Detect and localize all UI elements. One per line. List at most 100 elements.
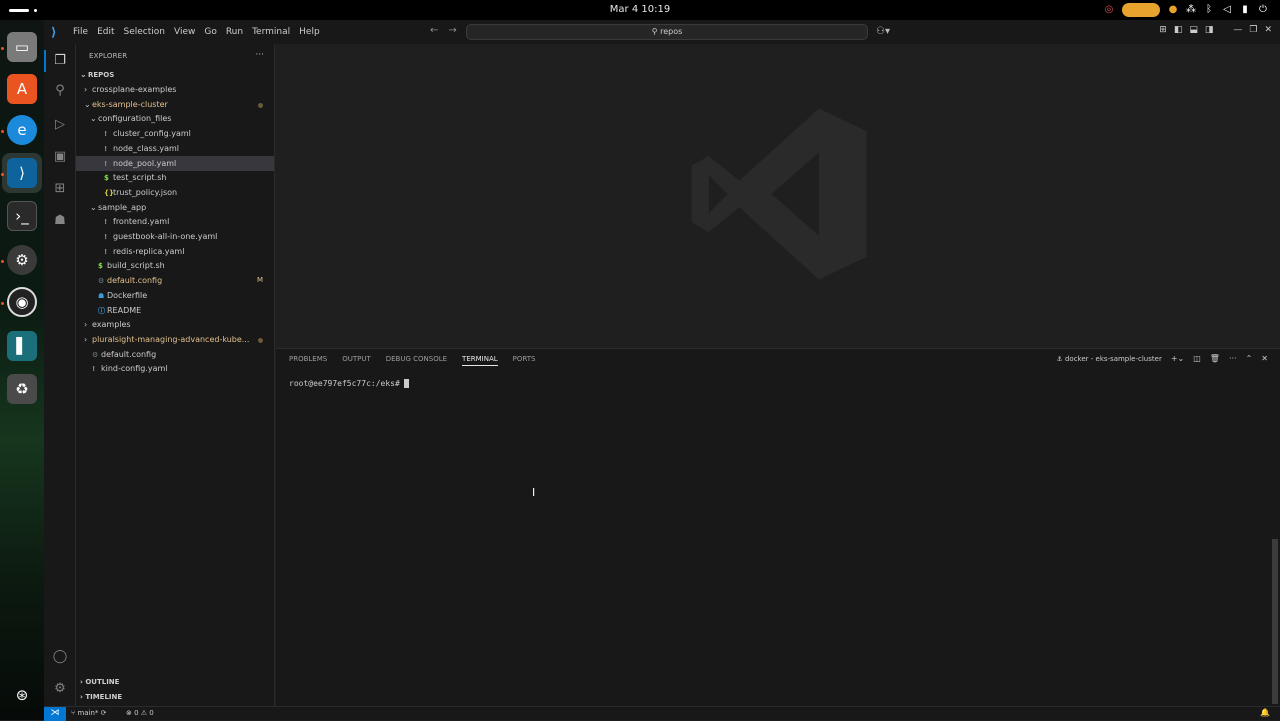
system-clock[interactable]: Mar 4 10:19: [0, 4, 1280, 15]
file-item[interactable]: ! cluster_config.yaml: [76, 126, 274, 141]
show-apps-icon[interactable]: ⊛: [7, 680, 37, 710]
close-window-icon[interactable]: ✕: [1264, 25, 1272, 35]
file-item[interactable]: {}trust_policy.json: [76, 185, 274, 200]
tab-output[interactable]: OUTPUT: [342, 355, 371, 366]
vscode-app-icon[interactable]: ⟩: [7, 158, 37, 188]
power-icon[interactable]: ⏻: [1258, 4, 1268, 16]
file-item[interactable]: ! guestbook-all-in-one.yaml: [76, 229, 274, 244]
battery-icon[interactable]: ▮: [1240, 4, 1250, 16]
git-modified-badge: M: [256, 276, 263, 285]
outline-section[interactable]: › OUTLINE: [80, 678, 119, 686]
obs-studio-icon[interactable]: ◉: [7, 287, 37, 317]
remote-indicator-icon[interactable]: ⋊: [44, 707, 66, 721]
folder-item[interactable]: › examples: [76, 317, 274, 332]
editor-area[interactable]: [276, 44, 1280, 347]
outline-label: OUTLINE: [85, 678, 120, 686]
menu-go[interactable]: Go: [204, 27, 216, 37]
tree-item-label: cluster_config.yaml: [113, 129, 191, 139]
branch-indicator[interactable]: ⑂ main* ⟳: [71, 709, 107, 717]
tab-ports[interactable]: PORTS: [513, 355, 536, 366]
workspace-root[interactable]: ⌄REPOS: [76, 67, 274, 82]
toggle-secondary-sidebar-icon[interactable]: ◨: [1205, 25, 1214, 35]
file-item[interactable]: ! redis-replica.yaml: [76, 244, 274, 259]
menu-file[interactable]: File: [73, 27, 88, 37]
file-item[interactable]: ! node_class.yaml: [76, 141, 274, 156]
bluetooth-icon[interactable]: ᛒ: [1204, 4, 1214, 16]
tree-item-label: guestbook-all-in-one.yaml: [113, 232, 218, 241]
menu-terminal[interactable]: Terminal: [252, 27, 290, 37]
forward-arrow-icon[interactable]: →: [448, 25, 456, 36]
tab-terminal[interactable]: TERMINAL: [462, 355, 498, 366]
file-item[interactable]: ⚙ default.config M: [76, 273, 274, 288]
new-terminal-icon[interactable]: +⌄: [1171, 354, 1184, 363]
close-panel-icon[interactable]: ✕: [1261, 354, 1268, 363]
chevron-right-icon: ›: [84, 320, 88, 330]
command-center-search[interactable]: ⚲ repos: [466, 24, 868, 40]
manage-gear-icon[interactable]: ⚙: [51, 680, 69, 698]
run-debug-icon[interactable]: ▷: [51, 116, 69, 134]
explorer-icon[interactable]: ❐: [51, 52, 69, 70]
file-item[interactable]: ☗ Dockerfile: [76, 288, 274, 303]
file-item[interactable]: ! kind-config.yaml: [76, 361, 274, 376]
sync-icon[interactable]: ⟳: [98, 709, 107, 717]
kill-terminal-icon[interactable]: 🗑: [1210, 354, 1220, 363]
extensions-icon[interactable]: ⊞: [51, 180, 69, 198]
folder-item[interactable]: › crossplane-examples: [76, 82, 274, 97]
settings-app-icon[interactable]: ⚙: [7, 245, 37, 275]
chevron-right-icon: ›: [84, 334, 88, 344]
workspace-root-label: REPOS: [88, 71, 115, 79]
trash-icon[interactable]: ♻: [7, 374, 37, 404]
teal-app-icon[interactable]: ▌: [7, 331, 37, 361]
maximize-panel-icon[interactable]: ⌃: [1246, 354, 1253, 363]
terminal-output[interactable]: root@ee797ef5c77c:/eks#: [289, 379, 409, 388]
volume-icon[interactable]: ◁: [1222, 4, 1232, 16]
remote-explorer-icon[interactable]: ▣: [51, 148, 69, 166]
menu-help[interactable]: Help: [299, 27, 320, 37]
more-actions-icon[interactable]: ···: [1229, 354, 1237, 363]
recording-indicator[interactable]: [1122, 3, 1160, 17]
maximize-icon[interactable]: ❐: [1249, 25, 1257, 35]
app-center-icon[interactable]: A: [7, 74, 37, 104]
copilot-icon[interactable]: ⚇▾: [876, 26, 890, 37]
problems-indicator[interactable]: ⊗ 0 ⚠ 0: [126, 709, 154, 717]
toggle-panel-icon[interactable]: ⬓: [1189, 25, 1198, 35]
toggle-sidebar-icon[interactable]: ◧: [1174, 25, 1183, 35]
search-label: repos: [660, 27, 683, 36]
menu-view[interactable]: View: [174, 27, 195, 37]
folder-item[interactable]: ⌄eks-sample-cluster: [76, 97, 274, 112]
folder-item[interactable]: › pluralsight-managing-advanced-kube...: [76, 332, 274, 347]
system-tray[interactable]: ◎ ● ⁂ ᛒ ◁ ▮ ⏻: [1104, 3, 1268, 17]
search-view-icon[interactable]: ⚲: [51, 82, 69, 100]
terminal-scrollbar[interactable]: [1272, 539, 1278, 704]
file-item[interactable]: ! node_pool.yaml: [76, 155, 274, 171]
terminal-instance[interactable]: ⚓ docker - eks-sample-cluster: [1056, 355, 1161, 363]
customize-layout-icon[interactable]: ⊞: [1159, 25, 1167, 35]
terminal-app-icon[interactable]: ›_: [7, 201, 37, 231]
file-item[interactable]: ⓘ README: [76, 303, 274, 318]
files-app-icon[interactable]: ▭: [7, 32, 37, 62]
network-icon[interactable]: ⁂: [1186, 4, 1196, 16]
notifications-bell-icon[interactable]: 🔔: [1260, 708, 1270, 717]
menu-selection[interactable]: Selection: [124, 27, 165, 37]
docker-icon[interactable]: ☗: [51, 212, 69, 230]
folder-item[interactable]: ⌄sample_app: [76, 200, 274, 215]
split-terminal-icon[interactable]: ◫: [1193, 354, 1201, 363]
file-item[interactable]: $ build_script.sh: [76, 258, 274, 273]
menu-edit[interactable]: Edit: [97, 27, 114, 37]
tab-problems[interactable]: PROBLEMS: [289, 355, 327, 366]
back-arrow-icon[interactable]: ←: [430, 25, 438, 36]
docker-terminal-icon: ⚓: [1056, 354, 1065, 363]
tab-debug-console[interactable]: DEBUG CONSOLE: [386, 355, 447, 366]
account-icon[interactable]: ◯: [51, 648, 69, 666]
menu-run[interactable]: Run: [226, 27, 243, 37]
minimize-icon[interactable]: —: [1233, 25, 1242, 35]
file-item[interactable]: $ test_script.sh: [76, 170, 274, 185]
folder-item[interactable]: ⌄configuration_files: [76, 111, 274, 126]
edge-browser-icon[interactable]: e: [7, 115, 37, 145]
more-actions-icon[interactable]: ···: [255, 50, 264, 60]
screen-record-icon[interactable]: ◎: [1104, 4, 1114, 16]
timeline-section[interactable]: › TIMELINE: [80, 693, 122, 701]
microphone-icon[interactable]: ●: [1168, 4, 1178, 16]
file-item[interactable]: ⚙ default.config: [76, 347, 274, 362]
file-item[interactable]: ! frontend.yaml: [76, 214, 274, 229]
